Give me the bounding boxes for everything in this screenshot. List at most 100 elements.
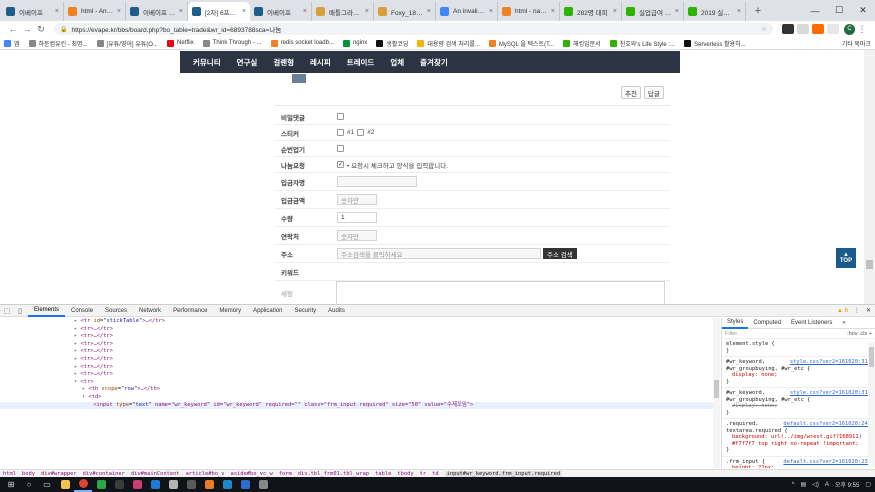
- warnings-count[interactable]: ▲ 6: [837, 308, 848, 314]
- app-icon[interactable]: [56, 477, 74, 492]
- more-icon[interactable]: ⋮: [854, 307, 860, 314]
- bookmark-item[interactable]: MySQL 을 텍스트(T...: [488, 39, 554, 48]
- css-rule[interactable]: style.css?ver2=161020:316 #wr_keyword, #w…: [722, 357, 875, 388]
- app-icon[interactable]: [182, 477, 200, 492]
- nav-item[interactable]: 업체: [382, 57, 412, 68]
- filter-controls[interactable]: :hov .cls +: [847, 331, 872, 337]
- filter-input[interactable]: Filter: [725, 331, 737, 337]
- tab-close-icon[interactable]: ×: [55, 8, 59, 15]
- devtools-tab[interactable]: Console: [65, 305, 99, 317]
- dom-node[interactable]: ▸ <tr>…</tr>: [0, 348, 714, 356]
- url-bar[interactable]: 🔒 https://evape.kr/bbs/board.php?bo_tabl…: [54, 23, 773, 35]
- chrome-icon[interactable]: [74, 477, 92, 492]
- devtools-tab[interactable]: Sources: [99, 305, 133, 317]
- browser-tab[interactable]: html - An in...×: [64, 2, 126, 21]
- bookmark-item[interactable]: Think Through - ...: [202, 39, 262, 47]
- tab-close-icon[interactable]: ×: [117, 8, 121, 15]
- page-scrollbar-thumb[interactable]: [866, 260, 873, 269]
- css-rule[interactable]: style.css?ver2=161020:314 #wr_keyword, #w…: [722, 388, 875, 419]
- css-property[interactable]: background: url(../img/wrest.gif?168911)…: [726, 434, 871, 447]
- bookmark-item[interactable]: Serverless 활용하...: [684, 39, 746, 48]
- dom-node[interactable]: ▸ <tr>…</tr>: [0, 333, 714, 341]
- rule-source-link[interactable]: style.css?ver2=161020:316: [790, 359, 871, 366]
- page-scrollbar[interactable]: [864, 50, 875, 304]
- css-rule[interactable]: default.css?ver2=161020:238 .frm_input {h…: [722, 457, 875, 469]
- dom-node[interactable]: ▸ <tr>…</tr>: [0, 341, 714, 349]
- styles-filter[interactable]: Filter :hov .cls +: [722, 329, 875, 339]
- share-checkbox[interactable]: ✓: [337, 161, 344, 168]
- ime-indicator[interactable]: A: [825, 482, 829, 488]
- app-icon[interactable]: [110, 477, 128, 492]
- app-icon[interactable]: [218, 477, 236, 492]
- styles-scrollbar-thumb[interactable]: [869, 347, 874, 367]
- volume-icon[interactable]: ◁): [812, 481, 819, 488]
- tab-close-icon[interactable]: ×: [427, 8, 431, 15]
- browser-tab[interactable]: 이베이프 날... ×: [126, 2, 188, 21]
- devtools-tab[interactable]: Memory: [213, 305, 247, 317]
- bookmark-item[interactable]: 앱: [4, 39, 20, 48]
- bookmark-item[interactable]: 친호와's Life Style :...: [609, 39, 675, 48]
- bookmark-item[interactable]: 생활코딩: [376, 39, 408, 48]
- styles-scrollbar[interactable]: [868, 342, 875, 467]
- address-input[interactable]: 주소검색을 클릭하세요: [337, 248, 541, 259]
- styles-subtab[interactable]: »: [837, 320, 850, 326]
- vscode-icon[interactable]: [146, 477, 164, 492]
- device-toggle-icon[interactable]: ▯: [15, 306, 25, 315]
- secret-checkbox[interactable]: [337, 113, 344, 120]
- star-icon[interactable]: ☆: [761, 25, 767, 33]
- memo-textarea[interactable]: [336, 281, 665, 304]
- tab-close-icon[interactable]: ×: [242, 8, 246, 15]
- maximize-button[interactable]: ☐: [827, 0, 851, 21]
- contact-input[interactable]: 숫자만: [337, 230, 377, 241]
- bookmark-item[interactable]: 해킹입문서: [563, 39, 601, 48]
- app-icon[interactable]: [164, 477, 182, 492]
- address-search-button[interactable]: 주소 검색: [543, 248, 577, 259]
- bookmark-item[interactable]: Netflix: [166, 39, 194, 47]
- bookmark-item[interactable]: nginx: [342, 39, 367, 47]
- dom-node[interactable]: ▸ <tr>…</tr>: [0, 371, 714, 379]
- bookmark-item[interactable]: redis socket loadb...: [270, 39, 334, 47]
- network-icon[interactable]: ▤: [801, 481, 807, 488]
- tab-close-icon[interactable]: ×: [737, 8, 741, 15]
- devtools-tab[interactable]: Security: [288, 305, 322, 317]
- devtools-tab[interactable]: Network: [133, 305, 167, 317]
- browser-tab[interactable]: An invalid fo ×: [436, 2, 498, 21]
- elements-scrollbar[interactable]: [713, 318, 720, 468]
- extension-icon[interactable]: [782, 24, 794, 34]
- browser-tab[interactable]: 282명 대피 ×: [560, 2, 622, 21]
- nav-item[interactable]: 커뮤니티: [185, 57, 229, 68]
- nav-item[interactable]: 즐겨찾기: [412, 57, 456, 68]
- dom-node[interactable]: ▸ <tr id="stickTable">…</tr>: [0, 318, 714, 326]
- tab-close-icon[interactable]: ×: [303, 8, 307, 15]
- notification-icon[interactable]: ▢: [865, 481, 871, 488]
- tab-close-icon[interactable]: ×: [489, 8, 493, 15]
- app-icon[interactable]: [254, 477, 272, 492]
- qty-input[interactable]: 1: [337, 212, 377, 223]
- dom-node[interactable]: ▸ <tr>…</tr>: [0, 326, 714, 334]
- nav-item[interactable]: 레시피: [302, 57, 339, 68]
- amount-input[interactable]: 숫자만: [337, 194, 377, 205]
- reload-icon[interactable]: ↻: [34, 24, 48, 35]
- nav-item[interactable]: 트레이드: [339, 57, 383, 68]
- extension-icon[interactable]: [812, 24, 824, 34]
- sticker-2-checkbox[interactable]: [357, 129, 365, 136]
- dom-node[interactable]: ▾ <tr>: [0, 379, 714, 387]
- extension-icon[interactable]: [827, 24, 839, 34]
- styles-subtab[interactable]: Styles: [722, 318, 749, 329]
- back-icon[interactable]: ←: [6, 24, 20, 34]
- tab-close-icon[interactable]: ×: [551, 8, 555, 15]
- browser-tab[interactable]: 2019 실업급...×: [684, 2, 746, 21]
- app-icon[interactable]: [128, 477, 146, 492]
- forward-icon[interactable]: →: [20, 24, 34, 34]
- browser-tab[interactable]: 실업급여 수... ×: [622, 2, 684, 21]
- styles-subtab[interactable]: Event Listeners: [786, 320, 837, 326]
- task-view-icon[interactable]: ▭: [38, 477, 56, 492]
- nav-item[interactable]: 연구실: [229, 57, 266, 68]
- order-checkbox[interactable]: [337, 145, 344, 152]
- scroll-top-button[interactable]: ▲ TOP: [836, 248, 856, 268]
- profile-avatar[interactable]: C: [844, 23, 855, 35]
- dom-node[interactable]: ▾ <td>: [0, 394, 714, 402]
- bookmark-item[interactable]: 하둔컴유킨 - 최명...: [28, 39, 88, 48]
- new-tab-button[interactable]: +: [750, 3, 766, 19]
- devtools-tab[interactable]: Elements: [28, 305, 66, 317]
